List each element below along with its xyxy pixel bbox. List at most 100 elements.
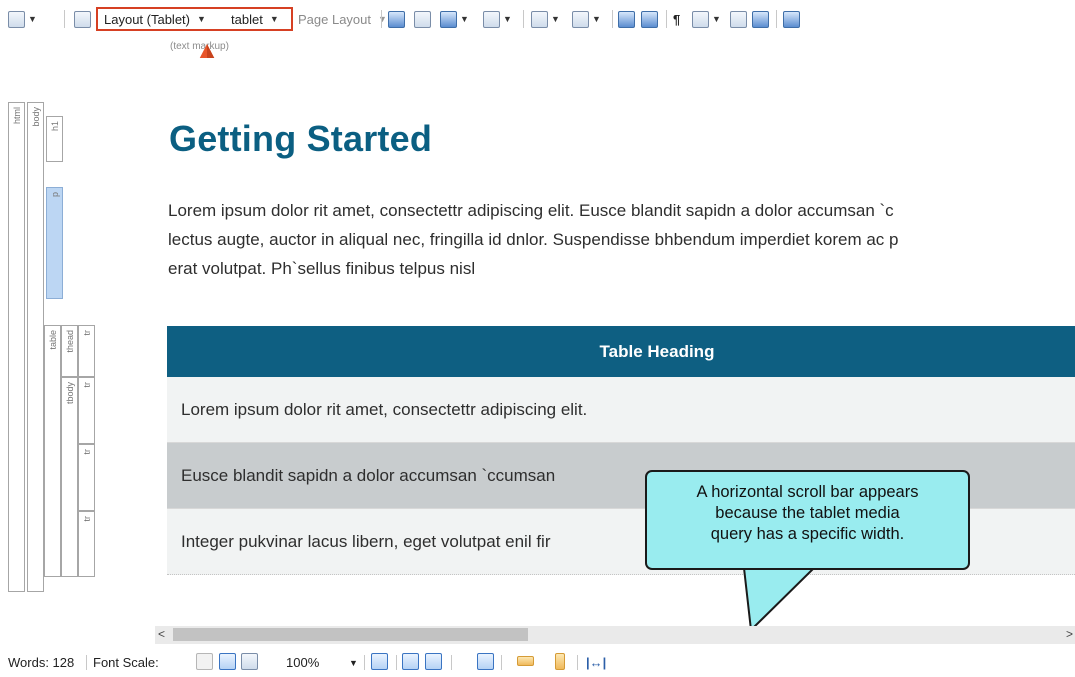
- font-reset-icon[interactable]: [219, 653, 236, 670]
- zoom-icon: [8, 10, 25, 28]
- copy-topic-button[interactable]: [752, 9, 769, 29]
- status-divider: [501, 655, 502, 670]
- insert-image-button[interactable]: [388, 9, 405, 29]
- chevron-down-icon: ▼: [460, 14, 469, 24]
- structure-bar-label: body: [31, 107, 41, 127]
- show-tracked-changes-icon[interactable]: [477, 653, 494, 670]
- scroll-left-arrow-icon[interactable]: <: [158, 627, 165, 641]
- fit-width-icon[interactable]: |↔|: [586, 655, 606, 670]
- pilcrow-icon: ¶: [673, 11, 681, 27]
- condition-tags-icon: [641, 10, 658, 28]
- chevron-down-icon: ▼: [503, 14, 512, 24]
- structure-bar-table[interactable]: table: [44, 325, 61, 577]
- page-layout-label: Page Layout: [298, 11, 372, 27]
- structure-bar-thead[interactable]: thead: [61, 325, 78, 377]
- insert-snippet-icon: [483, 10, 500, 28]
- paragraph-line: lectus augte, auctor in aliqual nec, fri…: [168, 230, 899, 249]
- chevron-down-icon[interactable]: ▼: [349, 658, 358, 668]
- table-row[interactable]: Lorem ipsum dolor rit amet, consectettr …: [167, 377, 1075, 443]
- insert-proxy-icon: [783, 10, 800, 28]
- horizontal-ruler-icon[interactable]: [517, 656, 534, 666]
- callout-bubble: A horizontal scroll bar appears because …: [645, 470, 970, 570]
- structure-bar-tr[interactable]: tr: [78, 325, 95, 377]
- insert-snippet-button[interactable]: ▼: [483, 9, 512, 29]
- chevron-down-icon: ▼: [712, 14, 721, 24]
- status-divider: [451, 655, 452, 670]
- editor-toolbar: ▼ Layout (Tablet) ▼ tablet ▼ Page Layout ▼ …: [0, 0, 1075, 38]
- condition-tags-button[interactable]: [641, 9, 658, 29]
- structure-bar-label: table: [48, 330, 58, 350]
- structure-bar-label: tr: [82, 449, 92, 455]
- xml-editor-window: ▼ Layout (Tablet) ▼ tablet ▼ Page Layout ▼ …: [0, 0, 1075, 677]
- structure-bar-html[interactable]: html: [8, 102, 25, 592]
- conditions-button[interactable]: [618, 9, 635, 29]
- insert-table-button[interactable]: ▼: [440, 9, 469, 29]
- insert-multimedia-button[interactable]: [414, 9, 431, 29]
- horizontal-scrollbar[interactable]: < >: [155, 626, 1075, 644]
- font-scale-label: Font Scale:: [93, 655, 159, 670]
- structure-bar-label: tr: [82, 516, 92, 522]
- format-painter-button[interactable]: [74, 9, 91, 29]
- chevron-down-icon: ▼: [378, 14, 387, 24]
- scrollbar-thumb[interactable]: [173, 628, 528, 641]
- show-tags-button[interactable]: ▼: [692, 9, 721, 29]
- zoom-level[interactable]: 100%: [286, 655, 319, 670]
- vertical-ruler-icon[interactable]: [555, 653, 565, 670]
- toolbar-divider: [64, 10, 65, 28]
- structure-bar-p[interactable]: p: [46, 187, 63, 299]
- toolbar-divider: [776, 10, 777, 28]
- page-layout-dropdown[interactable]: Page Layout ▼: [298, 9, 387, 29]
- structure-bar-label: html: [12, 107, 22, 125]
- scroll-right-arrow-icon[interactable]: >: [1066, 627, 1073, 641]
- chevron-down-icon: ▼: [592, 14, 601, 24]
- toolbar-divider: [666, 10, 667, 28]
- structure-bar-label: tr: [82, 382, 92, 388]
- text-format-button[interactable]: ▼: [572, 9, 601, 29]
- font-increase-icon[interactable]: [241, 653, 258, 670]
- paragraph-line: erat volutpat. Ph`sellus finibus telpus …: [168, 259, 476, 278]
- status-divider: [577, 655, 578, 670]
- insert-table-icon: [440, 10, 457, 28]
- structure-bar-tbody[interactable]: tbody: [61, 377, 78, 577]
- structure-bar-label: tr: [82, 330, 92, 336]
- zoom-dropdown[interactable]: ▼: [8, 9, 37, 29]
- status-bar: Words: 128 Font Scale: 100% ▼ |↔|: [0, 646, 1075, 677]
- status-divider: [396, 655, 397, 670]
- insert-image-icon: [388, 10, 405, 28]
- span-bar-icon[interactable]: [425, 653, 442, 670]
- structure-bar-icon[interactable]: [402, 653, 419, 670]
- copy-topic-icon: [752, 10, 769, 28]
- toolbar-divider: [381, 10, 382, 28]
- layout-grid-icon[interactable]: [371, 653, 388, 670]
- new-topic-button[interactable]: [730, 9, 747, 29]
- new-topic-icon: [730, 10, 747, 28]
- chevron-down-icon: ▼: [28, 14, 37, 24]
- structure-bar-tr[interactable]: tr: [78, 444, 95, 511]
- structure-bar-label: tbody: [65, 382, 75, 405]
- structure-bar-tr[interactable]: tr: [78, 511, 95, 577]
- callout-text: A horizontal scroll bar appears because …: [696, 483, 919, 543]
- show-markers-button[interactable]: ¶: [673, 9, 680, 29]
- variable-button[interactable]: ▼: [531, 9, 560, 29]
- insert-proxy-button[interactable]: [783, 9, 800, 29]
- toolbar-divider: [612, 10, 613, 28]
- structure-bar-label: thead: [65, 330, 75, 353]
- show-tags-icon: [692, 10, 709, 28]
- body-paragraph[interactable]: Lorem ipsum dolor rit amet, consectettr …: [168, 196, 1075, 283]
- structure-bar-body[interactable]: body: [27, 102, 44, 592]
- structure-bar-h1[interactable]: h1: [46, 116, 63, 162]
- table-heading[interactable]: Table Heading: [167, 326, 1075, 377]
- structure-bar-tr[interactable]: tr: [78, 377, 95, 444]
- page-title[interactable]: Getting Started: [169, 118, 432, 160]
- layout-highlight-box: [96, 7, 293, 31]
- format-painter-icon: [74, 10, 91, 28]
- chevron-down-icon: ▼: [551, 14, 560, 24]
- font-decrease-icon[interactable]: [196, 653, 213, 670]
- paragraph-line: Lorem ipsum dolor rit amet, consectettr …: [168, 201, 894, 220]
- structure-bar-label: p: [50, 192, 60, 198]
- structure-bar-label: h1: [50, 121, 60, 132]
- text-format-icon: [572, 10, 589, 28]
- status-divider: [86, 655, 87, 670]
- insert-multimedia-icon: [414, 10, 431, 28]
- status-divider: [364, 655, 365, 670]
